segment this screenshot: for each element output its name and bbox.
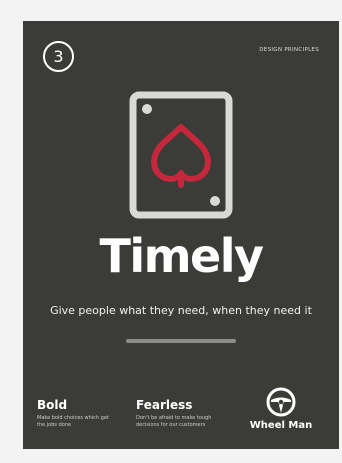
value-title: Bold bbox=[37, 398, 68, 412]
principle-number-badge: 3 bbox=[43, 41, 74, 72]
brand-name: Wheel Man bbox=[249, 420, 313, 431]
divider bbox=[126, 339, 236, 343]
playing-card-spade-icon bbox=[129, 91, 233, 219]
value-fearless: Fearless Don't be afraid to make tough d… bbox=[136, 399, 216, 429]
value-bold: Bold Make bold choices which get the job… bbox=[37, 399, 117, 429]
principle-tagline: Give people what they need, when they ne… bbox=[50, 304, 312, 317]
steering-wheel-icon bbox=[266, 387, 296, 417]
brand-logo: Wheel Man bbox=[243, 387, 319, 431]
poster-label: DESIGN PRINCIPLES bbox=[259, 47, 319, 53]
principle-number: 3 bbox=[53, 46, 64, 66]
value-description: Don't be afraid to make tough decisions … bbox=[136, 415, 212, 428]
principle-title: Timely bbox=[99, 229, 264, 283]
design-principle-poster: 3 DESIGN PRINCIPLES Timely Give people w… bbox=[23, 21, 339, 449]
value-description: Make bold choices which get the jobs don… bbox=[37, 415, 109, 428]
value-title: Fearless bbox=[136, 398, 193, 412]
